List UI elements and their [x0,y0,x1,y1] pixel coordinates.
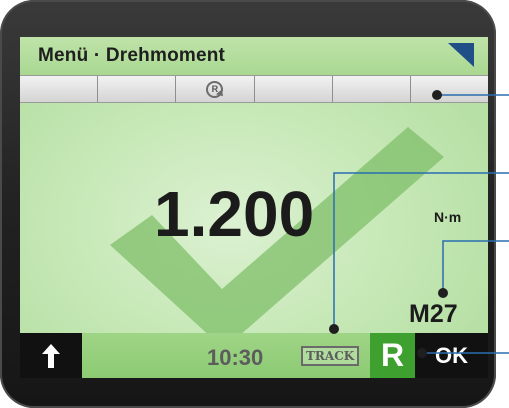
bottom-bar: 10:30 TRACK R OK [20,333,488,378]
softkey-2[interactable] [98,76,177,102]
arrow-up-icon [42,343,60,368]
softkey-4[interactable] [254,76,333,102]
ok-button[interactable]: OK [415,333,488,378]
softkey-reset[interactable]: R [176,76,255,102]
track-badge: TRACK [301,346,360,366]
torque-value: 1.200 [154,178,315,250]
softkey-bar: R [20,75,488,103]
softkey-5[interactable] [332,76,411,102]
display-screen: Menü · Drehmoment R 1.200 N·m M27 10:30 … [20,37,488,378]
softkey-1[interactable] [20,76,99,102]
r-button[interactable]: R [370,333,415,378]
torque-unit: N·m [434,209,462,225]
up-arrow-button[interactable] [20,333,82,378]
reset-icon-label: R [211,84,219,94]
header-bar: Menü · Drehmoment [20,37,488,75]
bolt-size: M27 [409,300,458,328]
softkey-6[interactable] [410,76,488,102]
reset-r-icon: R [206,80,224,98]
triangle-flag-icon [448,43,474,67]
device: Menü · Drehmoment R 1.200 N·m M27 10:30 … [0,0,509,408]
clock-time: 10:30 [207,345,264,370]
menu-title: Menü · Drehmoment [38,45,226,66]
